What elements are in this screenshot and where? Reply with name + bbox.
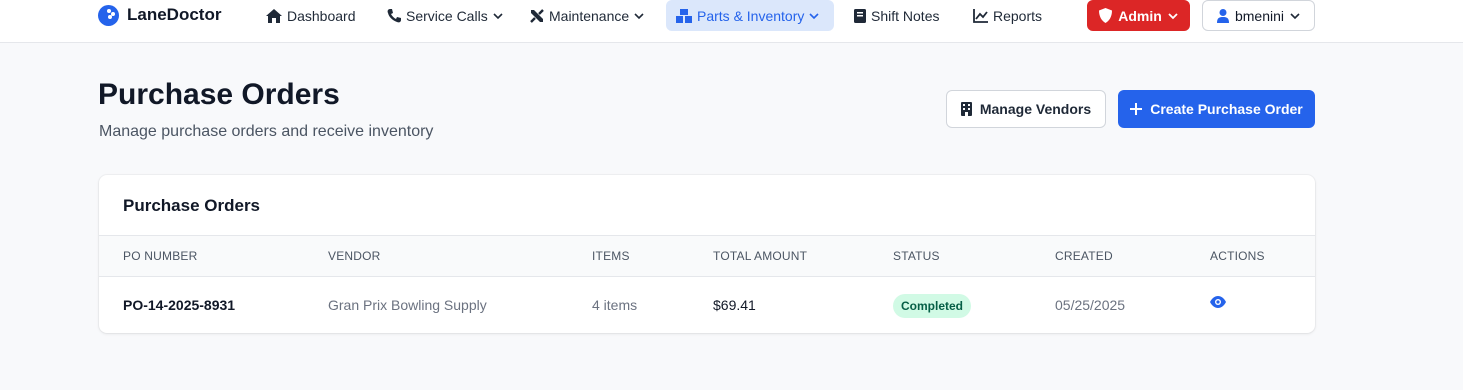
brand[interactable]: LaneDoctor	[98, 4, 221, 26]
table-header: PO NUMBER VENDOR ITEMS TOTAL AMOUNT STAT…	[99, 235, 1315, 277]
eye-icon[interactable]	[1210, 296, 1226, 308]
nav-item-maintenance[interactable]: Maintenance	[520, 0, 654, 31]
total-amount-cell: $69.41	[713, 297, 756, 313]
user-menu-button[interactable]: bmenini	[1202, 0, 1315, 31]
nav-item-label: Dashboard	[287, 7, 356, 24]
chart-line-icon	[973, 8, 988, 23]
created-cell: 05/25/2025	[1055, 297, 1126, 313]
nav-item-shift-notes[interactable]: Shift Notes	[844, 0, 949, 31]
shield-icon	[1099, 8, 1113, 23]
po-number-cell: PO-14-2025-8931	[123, 297, 236, 313]
nav-item-label: Maintenance	[549, 7, 630, 24]
create-purchase-order-button[interactable]: Create Purchase Order	[1118, 90, 1315, 128]
nav-item-label: Reports	[993, 7, 1043, 24]
purchase-orders-card: Purchase Orders PO NUMBER VENDOR ITEMS T…	[99, 175, 1315, 333]
chevron-down-icon	[634, 12, 644, 19]
card-title: Purchase Orders	[123, 196, 261, 215]
chevron-down-icon	[493, 12, 503, 19]
column-header-vendor: VENDOR	[328, 249, 381, 263]
admin-label: Admin	[1118, 7, 1162, 24]
page-subtitle: Manage purchase orders and receive inven…	[99, 123, 434, 140]
brand-name: LaneDoctor	[127, 5, 222, 24]
page-title: Purchase Orders	[98, 78, 340, 111]
chevron-down-icon	[809, 12, 819, 19]
tools-icon	[530, 8, 544, 23]
chevron-down-icon	[1168, 12, 1178, 19]
nav-item-label: Parts & Inventory	[697, 7, 805, 24]
bowling-ball-icon	[98, 4, 119, 26]
admin-menu-button[interactable]: Admin	[1087, 0, 1190, 31]
building-icon	[960, 102, 972, 116]
nav-item-dashboard[interactable]: Dashboard	[256, 0, 366, 31]
column-header-total-amount: TOTAL AMOUNT	[713, 249, 808, 263]
nav-item-label: Shift Notes	[871, 7, 940, 24]
phone-icon	[387, 8, 401, 22]
manage-vendors-button[interactable]: Manage Vendors	[946, 90, 1106, 128]
create-purchase-order-label: Create Purchase Order	[1150, 101, 1303, 117]
column-header-po-number: PO NUMBER	[123, 249, 198, 263]
user-icon	[1216, 8, 1229, 23]
items-cell: 4 items	[592, 297, 638, 313]
column-header-created: CREATED	[1055, 249, 1113, 263]
vendor-cell: Gran Prix Bowling Supply	[328, 297, 487, 313]
plus-icon	[1130, 103, 1143, 115]
nav-item-label: Service Calls	[406, 7, 488, 24]
home-icon	[266, 8, 282, 23]
chevron-down-icon	[1290, 12, 1300, 19]
status-badge: Completed	[893, 294, 972, 318]
column-header-items: ITEMS	[592, 249, 630, 263]
column-header-actions: ACTIONS	[1210, 249, 1265, 263]
column-header-status: STATUS	[893, 249, 940, 263]
boxes-icon	[676, 8, 692, 23]
nav-item-reports[interactable]: Reports	[963, 0, 1052, 31]
user-label: bmenini	[1234, 7, 1285, 24]
table-row[interactable]: PO-14-2025-8931 Gran Prix Bowling Supply…	[99, 277, 1315, 333]
nav-item-service-calls[interactable]: Service Calls	[377, 0, 513, 31]
top-navbar: LaneDoctor Dashboard Service Calls Maint…	[0, 0, 1463, 43]
book-icon	[854, 8, 866, 23]
nav-item-parts-inventory[interactable]: Parts & Inventory	[666, 0, 834, 31]
manage-vendors-label: Manage Vendors	[979, 101, 1092, 117]
